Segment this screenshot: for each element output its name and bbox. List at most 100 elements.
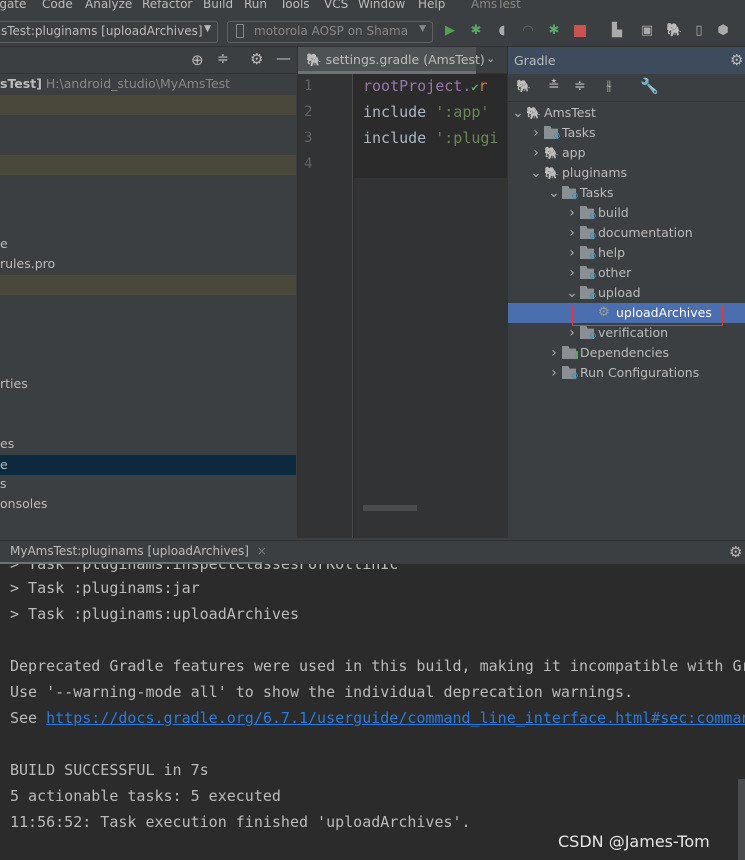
chevron-right-icon[interactable]: › <box>530 123 542 143</box>
toggle-offline-icon[interactable]: ⫳ <box>606 78 612 94</box>
profile-icon[interactable]: ◠ <box>521 24 535 38</box>
coverage-icon[interactable]: ◖ <box>495 24 509 38</box>
gear-icon[interactable]: ⚙ <box>730 51 743 69</box>
code-token: r <box>478 77 488 95</box>
run-tab[interactable]: MyAmsTest:pluginams [uploadArchives] × <box>0 541 267 564</box>
console-line: Deprecated Gradle features were used in … <box>10 657 745 675</box>
gradle-tree-item[interactable]: › 🐘 app <box>508 143 745 163</box>
chevron-down-icon: ▼ <box>204 24 211 34</box>
menu-item[interactable]: Refactor <box>142 0 192 11</box>
tree-row[interactable]: rties <box>0 374 296 394</box>
tree-row[interactable]: onsoles <box>0 494 296 514</box>
menu-item[interactable]: Tools <box>280 0 310 11</box>
attach-debugger-icon[interactable]: ✱ <box>547 24 561 38</box>
chevron-right-icon[interactable]: › <box>530 143 542 163</box>
docs-link[interactable]: https://docs.gradle.org/6.7.1/userguide/… <box>46 709 745 727</box>
tree-row[interactable]: rules.pro <box>0 254 296 274</box>
gear-icon[interactable]: ⚙ <box>729 543 742 561</box>
tree-row[interactable]: s <box>0 474 296 494</box>
menu-item[interactable]: Build <box>203 0 233 11</box>
gradle-tree-item[interactable]: › ⚙ help <box>508 243 745 263</box>
gear-icon[interactable]: ⚙ <box>250 50 263 68</box>
project-root-row[interactable]: sTest] H:\android_studio\MyAmsTest <box>0 74 296 94</box>
chevron-right-icon[interactable]: › <box>566 243 578 263</box>
collapse-all-icon[interactable]: ≑ <box>217 51 229 67</box>
gradle-sync-icon[interactable]: 🐘 <box>666 24 682 38</box>
menu-item[interactable]: Help <box>418 0 445 11</box>
task-folder-icon: ⚙ <box>580 226 597 242</box>
line-number: 3 <box>304 130 313 146</box>
gradle-tree-label: Run Configurations <box>580 365 700 380</box>
tree-row[interactable] <box>0 155 296 175</box>
wrench-icon[interactable]: 🔧 <box>640 77 659 95</box>
avd-manager-icon[interactable]: ▯ <box>692 24 706 38</box>
gradle-tree-item[interactable]: ⌄ ⚙ Tasks <box>508 183 745 203</box>
chevron-right-icon[interactable]: › <box>548 363 560 383</box>
horizontal-scrollbar[interactable] <box>363 505 417 511</box>
gradle-tree-item[interactable]: › Dependencies <box>508 343 745 363</box>
task-folder-icon: ⚙ <box>580 246 597 262</box>
tree-row-label: onsoles <box>0 496 48 511</box>
console-text: See <box>10 709 47 727</box>
chevron-down-icon[interactable]: ⌄ <box>512 103 524 123</box>
menu-item[interactable]: Run <box>244 0 267 11</box>
gradle-elephant-icon: 🐘 <box>306 52 322 67</box>
console-line: BUILD SUCCESSFUL in 7s <box>10 761 209 779</box>
gradle-elephant-icon: 🐘 <box>544 146 559 160</box>
tree-row[interactable] <box>0 95 296 115</box>
menu-item[interactable]: VCS <box>324 0 348 11</box>
task-folder-icon: ⚙ <box>562 366 579 382</box>
tree-row[interactable]: e <box>0 234 296 254</box>
vertical-scrollbar[interactable] <box>738 779 745 860</box>
gradle-tree-item[interactable]: › ⚙ Run Configurations <box>508 363 745 383</box>
code-token: ':app' <box>435 103 490 121</box>
terminal-icon[interactable]: ▣ <box>640 24 654 38</box>
menu-item[interactable]: Analyze <box>85 0 132 11</box>
device-select[interactable]: motorola AOSP on Shama ▼ <box>227 21 433 43</box>
gradle-panel: Gradle ⚙ 🐘 ≛ ≑ ⫳ 🔧 ⌄ 🐘 AmsTest › ⚙ Tasks › 🐘 app ⌄… <box>507 47 745 538</box>
run-config-select[interactable]: sTest:pluginams [uploadArchives] ▼ <box>0 21 218 43</box>
gradle-tree-item[interactable]: ⌄ ⚙ upload <box>508 283 745 303</box>
chevron-right-icon[interactable]: › <box>566 203 578 223</box>
gradle-tree-item[interactable]: › ⚙ build <box>508 203 745 223</box>
chevron-right-icon[interactable]: › <box>566 323 578 343</box>
project-structure-icon[interactable]: ▙ <box>610 24 624 38</box>
sdk-manager-icon[interactable]: ⬢ <box>716 24 730 38</box>
editor[interactable]: 🐘 settings.gradle (AmsTest) ⌄ 1 2 3 4 ro… <box>297 47 507 538</box>
code-token: ':plugi <box>435 129 499 147</box>
chevron-right-icon[interactable]: › <box>566 263 578 283</box>
tree-row[interactable]: es <box>0 434 296 454</box>
locate-icon[interactable]: ⊕ <box>191 51 204 69</box>
gradle-tree-item[interactable]: › ⚙ verification <box>508 323 745 343</box>
menu-item[interactable]: Window <box>358 0 405 11</box>
line-number: 4 <box>304 156 313 172</box>
menu-item[interactable]: igate <box>0 0 26 11</box>
expand-all-icon[interactable]: ≛ <box>548 78 560 94</box>
stop-icon[interactable] <box>574 25 586 37</box>
tree-row[interactable] <box>0 275 296 295</box>
gradle-tree-item[interactable]: › ⚙ Tasks <box>508 123 745 143</box>
tree-row-selected[interactable]: e <box>0 455 296 475</box>
chevron-right-icon[interactable]: › <box>548 343 560 363</box>
close-icon[interactable]: × <box>257 544 267 558</box>
chevron-down-icon[interactable]: ⌄ <box>548 183 560 203</box>
chevron-down-icon[interactable]: ⌄ <box>530 163 542 183</box>
chevron-right-icon[interactable]: › <box>566 223 578 243</box>
collapse-all-icon[interactable]: ≑ <box>574 78 586 94</box>
chevron-down-icon: ▼ <box>419 24 426 34</box>
debug-icon[interactable]: ✱ <box>469 24 483 38</box>
menu-item[interactable]: Code <box>42 0 73 11</box>
gradle-tree-item[interactable]: ⌄ 🐘 pluginams <box>508 163 745 183</box>
reload-gradle-icon[interactable]: 🐘 <box>516 79 531 93</box>
run-console[interactable]: > Task :pluginams:inspectClassesForKotli… <box>0 564 745 860</box>
gradle-tree-item[interactable]: › ⚙ other <box>508 263 745 283</box>
tab-settings-gradle[interactable]: 🐘 settings.gradle (AmsTest) <box>298 47 485 74</box>
tab-label: settings.gradle (AmsTest) <box>325 52 485 67</box>
chevron-down-icon[interactable]: ⌄ <box>486 52 495 65</box>
hide-icon[interactable]: — <box>276 49 291 67</box>
chevron-down-icon[interactable]: ⌄ <box>566 283 578 303</box>
gradle-tree-item[interactable]: › ⚙ documentation <box>508 223 745 243</box>
run-icon[interactable]: ▶ <box>443 24 457 38</box>
run-config-label: sTest:pluginams [uploadArchives] <box>1 24 203 38</box>
gradle-tree-item[interactable]: ⌄ 🐘 AmsTest <box>508 103 745 123</box>
